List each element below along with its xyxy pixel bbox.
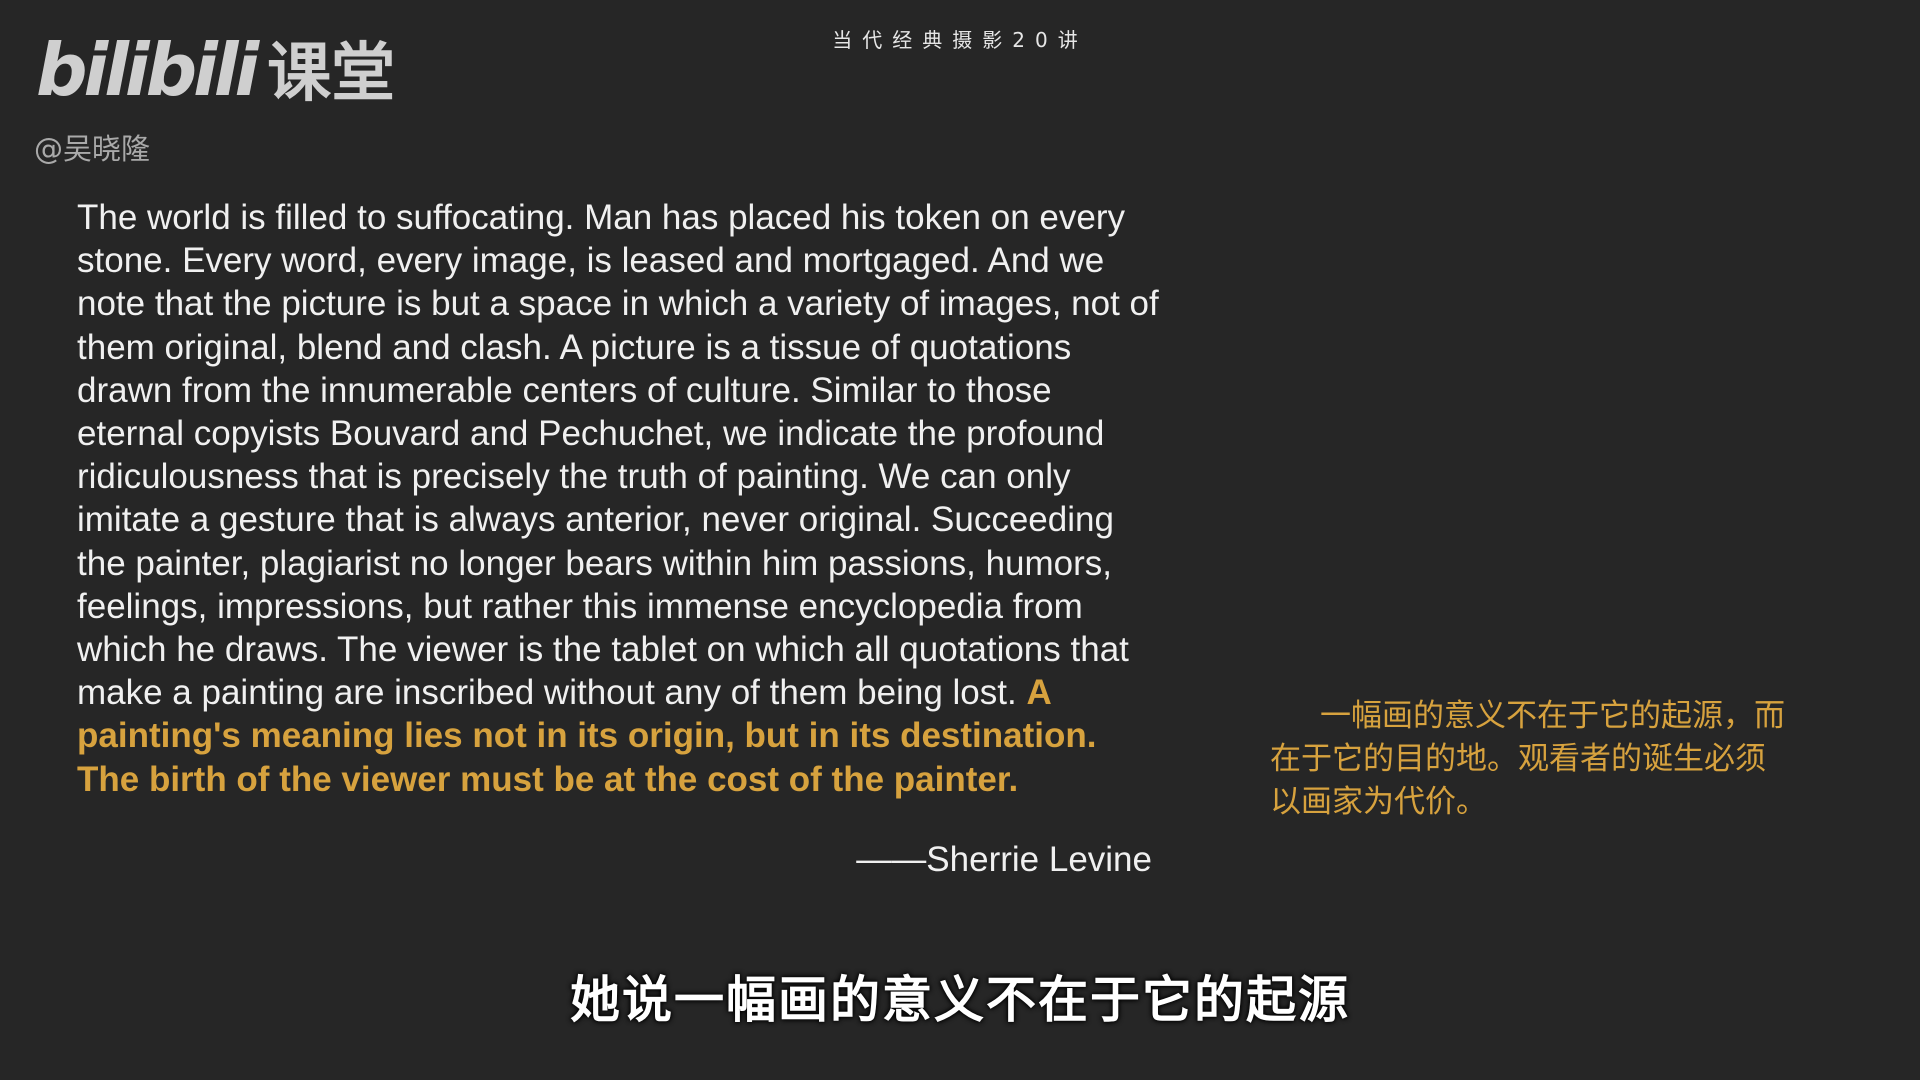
- video-subtitle: 她说一幅画的意义不在于它的起源: [570, 971, 1350, 1029]
- author-handle: @吴晓隆: [34, 132, 151, 166]
- quote-block: The world is filled to suffocating. Man …: [77, 196, 1167, 801]
- quote-attribution: ——Sherrie Levine: [856, 840, 1152, 879]
- chinese-translation: 一幅画的意义不在于它的起源，而在于它的目的地。观看者的诞生必须以画家为代价。: [1270, 698, 1785, 820]
- series-title: 当代经典摄影20讲: [832, 28, 1088, 52]
- quote-body: The world is filled to suffocating. Man …: [77, 198, 1159, 713]
